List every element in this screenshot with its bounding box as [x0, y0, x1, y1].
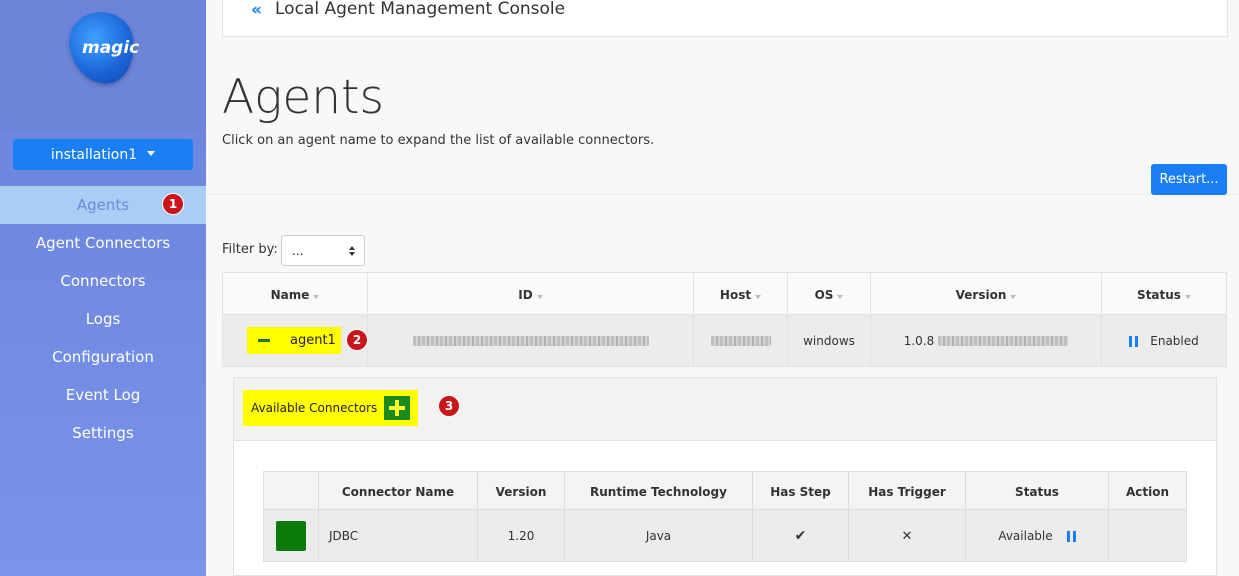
column-header-version: Version — [478, 472, 565, 511]
available-connectors-label: Available Connectors — [251, 401, 378, 415]
collapse-chevron-icon[interactable]: « — [251, 0, 262, 20]
filter-value: ... — [292, 243, 304, 258]
cross-icon: ✕ — [849, 510, 966, 562]
agent-os-cell: windows — [788, 315, 871, 367]
installation-label: installation1 — [50, 146, 138, 163]
step-badge-2: 2 — [346, 329, 368, 351]
sort-icon — [1184, 294, 1191, 299]
pause-icon[interactable] — [1129, 335, 1139, 347]
filter-label: Filter by: — [222, 242, 278, 257]
sidebar-item-label: Agent Connectors — [35, 234, 171, 252]
agent-name-toggle[interactable]: agent1 — [247, 327, 341, 354]
column-header-action: Action — [1125, 484, 1170, 499]
connector-version-cell: 1.20 — [478, 510, 565, 562]
column-header-version[interactable]: Version — [871, 273, 1102, 316]
connectors-panel-header: Available Connectors — [234, 378, 1216, 441]
sidebar-item-label: Settings — [72, 424, 134, 442]
sidebar-item-event-log[interactable]: Event Log — [0, 376, 206, 414]
agent-host-cell — [694, 315, 788, 367]
sort-icon — [755, 294, 762, 299]
pause-icon[interactable] — [1066, 530, 1076, 542]
redacted-host — [710, 336, 771, 346]
sidebar-item-logs[interactable]: Logs — [0, 300, 206, 338]
column-header-name[interactable]: Name — [223, 273, 368, 316]
sidebar-item-connectors[interactable]: Connectors — [0, 262, 206, 300]
collapse-minus-icon[interactable] — [258, 339, 270, 342]
redacted-id — [412, 336, 649, 346]
add-plus-icon[interactable] — [384, 396, 410, 420]
sidebar-item-label: Logs — [85, 310, 121, 328]
sidebar-item-configuration[interactable]: Configuration — [0, 338, 206, 376]
sort-icon — [313, 294, 320, 299]
sidebar-item-agent-connectors[interactable]: Agent Connectors — [0, 224, 206, 262]
column-header-icon — [264, 472, 319, 511]
sidebar-item-settings[interactable]: Settings — [0, 414, 206, 452]
logo-text: magic — [82, 38, 140, 58]
sidebar-item-label: Event Log — [65, 386, 141, 404]
select-arrows-icon — [349, 246, 355, 256]
column-header-has-trigger: Has Trigger — [849, 472, 966, 511]
available-connectors-toggle[interactable]: Available Connectors — [243, 390, 418, 426]
console-title: Local Agent Management Console — [275, 0, 566, 19]
console-header: « Local Agent Management Console — [222, 0, 1228, 37]
step-badge-1: 1 — [162, 193, 184, 215]
agent-status-cell: Enabled — [1102, 315, 1226, 367]
sidebar-item-label: Configuration — [52, 348, 154, 366]
column-header-id[interactable]: ID — [368, 273, 694, 316]
restart-button[interactable]: Restart... — [1151, 164, 1227, 195]
column-header-os[interactable]: OS — [788, 273, 871, 316]
connector-icon-cell — [264, 510, 319, 562]
installation-dropdown[interactable]: installation1 — [13, 139, 193, 170]
sort-icon — [1010, 294, 1017, 299]
agent-name: agent1 — [290, 333, 336, 348]
step-badge-3: 3 — [438, 395, 460, 417]
logo-area: magic — [0, 0, 206, 132]
column-header-status: Status — [966, 472, 1109, 511]
filter-select[interactable]: ... — [281, 235, 365, 266]
table-row[interactable]: JDBC 1.20 Java ✔ ✕ Available — [263, 510, 1187, 562]
divider — [206, 194, 1239, 195]
connector-status-cell: Available — [966, 510, 1109, 562]
table-header-row: Connector Name Version Runtime Technolog… — [263, 471, 1187, 511]
sidebar: magic installation1 Agents Agent Connect… — [0, 0, 206, 576]
caret-down-icon — [147, 150, 156, 156]
agent-version-cell: 1.0.8 — [871, 315, 1102, 367]
connector-name-cell: JDBC — [319, 510, 478, 562]
agent-id-cell — [368, 315, 694, 367]
sidebar-item-label: Agents — [76, 196, 130, 214]
column-header-connector-name: Connector Name — [319, 472, 478, 511]
column-header-host[interactable]: Host — [694, 273, 788, 316]
connector-action-cell — [1109, 510, 1186, 562]
table-header-row: Name ID Host OS Version Status — [222, 272, 1227, 316]
column-header-has-step: Has Step — [753, 472, 849, 511]
check-icon: ✔ — [753, 510, 849, 562]
column-header-runtime: Runtime Technology — [565, 472, 753, 511]
page-title: Agents — [222, 70, 384, 125]
column-header-status[interactable]: Status — [1102, 273, 1226, 316]
page-description: Click on an agent name to expand the lis… — [222, 133, 655, 148]
available-connectors-panel: Available Connectors Connector Name Vers… — [233, 377, 1217, 576]
sort-icon — [536, 294, 543, 299]
redacted-version — [938, 336, 1069, 346]
table-row[interactable]: agent1 windows 1.0.8 Enabled — [222, 315, 1227, 367]
sidebar-item-label: Connectors — [60, 272, 146, 290]
connector-icon — [276, 521, 306, 551]
connector-runtime-cell: Java — [565, 510, 753, 562]
sort-icon — [837, 294, 844, 299]
